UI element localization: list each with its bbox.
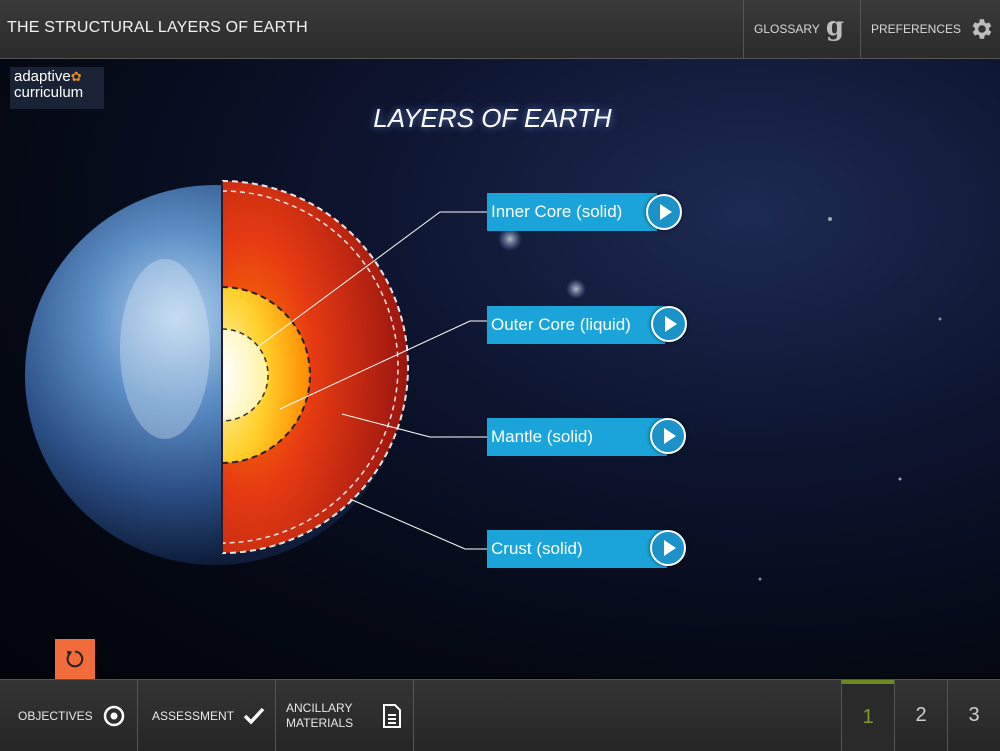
checkmark-icon bbox=[243, 707, 265, 725]
logo-line1: adaptive bbox=[14, 68, 71, 85]
puzzle-icon: ✿ bbox=[70, 69, 82, 84]
bottom-bar: OBJECTIVES ASSESSMENT ANCILLARY MATERIAL… bbox=[0, 679, 1000, 751]
mantle-label: Mantle (solid) bbox=[491, 427, 594, 446]
assessment-label: ASSESSMENT bbox=[152, 708, 235, 723]
reset-button[interactable] bbox=[55, 639, 95, 679]
reset-icon bbox=[66, 650, 84, 668]
inner-core-label: Inner Core (solid) bbox=[491, 202, 623, 221]
crust-button[interactable]: Crust (solid) bbox=[487, 530, 667, 568]
document-icon bbox=[383, 703, 402, 728]
page-tab-3[interactable]: 3 bbox=[947, 680, 1000, 751]
crust-leader bbox=[349, 498, 487, 550]
inner-core-button[interactable]: Inner Core (solid) bbox=[487, 193, 657, 231]
glossary-label: GLOSSARY bbox=[754, 22, 820, 36]
stage-title: LAYERS OF EARTH bbox=[373, 103, 612, 133]
ancillary-label-line1: ANCILLARY bbox=[286, 700, 353, 715]
top-bar: THE STRUCTURAL LAYERS OF EARTH GLOSSARY … bbox=[0, 0, 1000, 59]
preferences-label: PREFERENCES bbox=[871, 22, 962, 36]
preferences-button[interactable]: PREFERENCES bbox=[860, 0, 1000, 58]
app-title: THE STRUCTURAL LAYERS OF EARTH bbox=[7, 19, 308, 36]
crust-play-icon[interactable] bbox=[650, 530, 686, 566]
page-tab-1[interactable]: 1 bbox=[841, 680, 894, 751]
logo-line2: curriculum bbox=[14, 84, 84, 101]
objectives-button[interactable]: OBJECTIVES bbox=[0, 680, 138, 751]
glossary-g-icon: g bbox=[825, 12, 844, 42]
page-tab-2[interactable]: 2 bbox=[894, 680, 947, 751]
earth-layers-stage: adaptive✿ curriculum LAYERS OF EARTH Inn… bbox=[0, 59, 1000, 678]
ancillary-label-line2: MATERIALS bbox=[286, 715, 354, 730]
objectives-label: OBJECTIVES bbox=[18, 708, 93, 723]
outer-core-label: Outer Core (liquid) bbox=[491, 315, 631, 334]
crust-label: Crust (solid) bbox=[491, 539, 583, 558]
space-background bbox=[25, 180, 942, 581]
outer-core-button[interactable]: Outer Core (liquid) bbox=[487, 306, 665, 344]
ancillary-label: ANCILLARY MATERIALS bbox=[286, 701, 353, 731]
gear-icon bbox=[972, 19, 992, 39]
assessment-button[interactable]: ASSESSMENT bbox=[138, 680, 276, 751]
inner-core-play-icon[interactable] bbox=[646, 194, 682, 230]
mantle-play-icon[interactable] bbox=[650, 418, 686, 454]
target-icon bbox=[103, 705, 124, 726]
ancillary-materials-button[interactable]: ANCILLARY MATERIALS bbox=[276, 680, 414, 751]
glossary-button[interactable]: GLOSSARY g bbox=[743, 0, 860, 58]
mantle-button[interactable]: Mantle (solid) bbox=[487, 418, 667, 456]
outer-core-play-icon[interactable] bbox=[651, 306, 687, 342]
